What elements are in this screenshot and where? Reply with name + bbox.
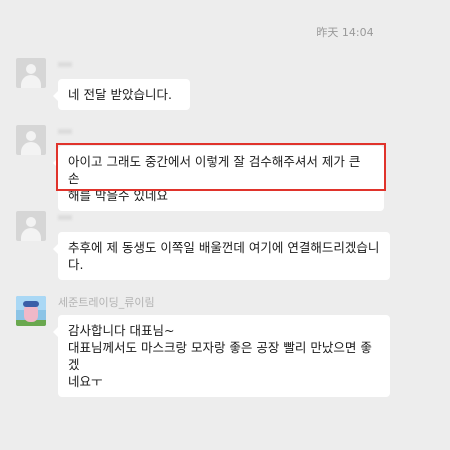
chat-window: 昨天 14:04 네 전달 받았습니다. 아이고 그래도 중간에서 이렇게 잘 … xyxy=(0,0,450,450)
photo-avatar-icon[interactable] xyxy=(16,296,46,326)
chat-timestamp: 昨天 14:04 xyxy=(316,26,374,39)
message-bubble[interactable]: 아이고 그래도 중간에서 이렇게 잘 검수해주셔서 제가 큰 손 해를 막을수 … xyxy=(53,146,384,211)
default-avatar-icon[interactable] xyxy=(16,58,46,88)
message-bubble[interactable]: 감사합니다 대표님~ 대표님께서도 마스크랑 모자랑 좋은 공장 빨리 만났으면… xyxy=(53,315,390,397)
sender-name-redacted xyxy=(58,62,72,67)
default-avatar-icon[interactable] xyxy=(16,211,46,241)
message-bubble[interactable]: 추후에 제 동생도 이쪽일 배울껀데 여기에 연결해드리겠습니 다. xyxy=(53,232,390,280)
sender-name-redacted xyxy=(58,215,72,220)
default-avatar-icon[interactable] xyxy=(16,125,46,155)
sender-name: 세준트레이딩_류이림 xyxy=(58,296,155,309)
sender-name-redacted xyxy=(58,129,72,134)
message-bubble[interactable]: 네 전달 받았습니다. xyxy=(53,79,190,110)
